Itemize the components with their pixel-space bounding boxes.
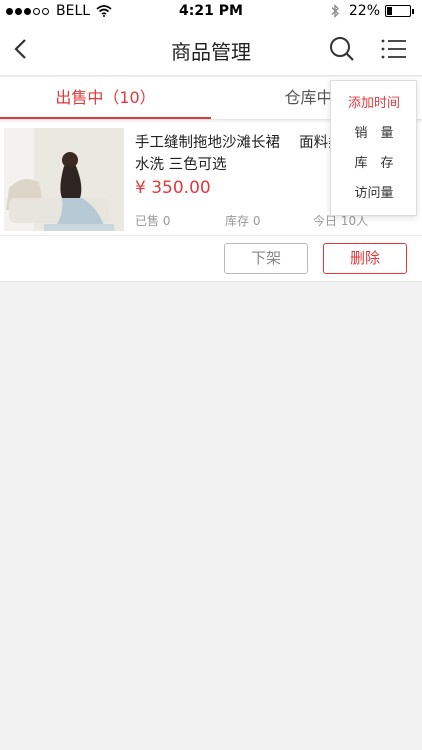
sold-count: 已售 0 <box>135 214 171 228</box>
sort-option-stock[interactable]: 库 存 <box>331 149 417 179</box>
search-icon[interactable] <box>328 35 356 63</box>
sort-option-added-time[interactable]: 添加时间 <box>331 89 417 119</box>
product-price: ¥ 350.00 <box>135 178 211 198</box>
battery-tip <box>412 8 414 14</box>
sort-option-sales[interactable]: 销 量 <box>331 119 417 149</box>
nav-bar: 商品管理 <box>0 22 422 76</box>
battery-icon <box>385 5 411 17</box>
status-bar: BELL 4:21 PM 22% <box>0 0 422 22</box>
tab-on-sale[interactable]: 出售中（10） <box>0 77 211 119</box>
divider <box>0 235 422 236</box>
delete-button[interactable]: 删除 <box>323 243 407 274</box>
bluetooth-icon <box>331 4 339 18</box>
sort-option-views[interactable]: 访问量 <box>331 179 417 209</box>
sort-menu-icon[interactable] <box>380 37 408 61</box>
page-title: 商品管理 <box>171 40 251 64</box>
status-right: 22% <box>329 3 414 19</box>
battery-percent: 22% <box>348 3 380 19</box>
product-image[interactable] <box>4 128 124 231</box>
sort-dropdown: 添加时间 销 量 库 存 访问量 <box>330 80 417 216</box>
unlist-button[interactable]: 下架 <box>224 243 308 274</box>
stock-count: 库存 0 <box>225 214 261 228</box>
